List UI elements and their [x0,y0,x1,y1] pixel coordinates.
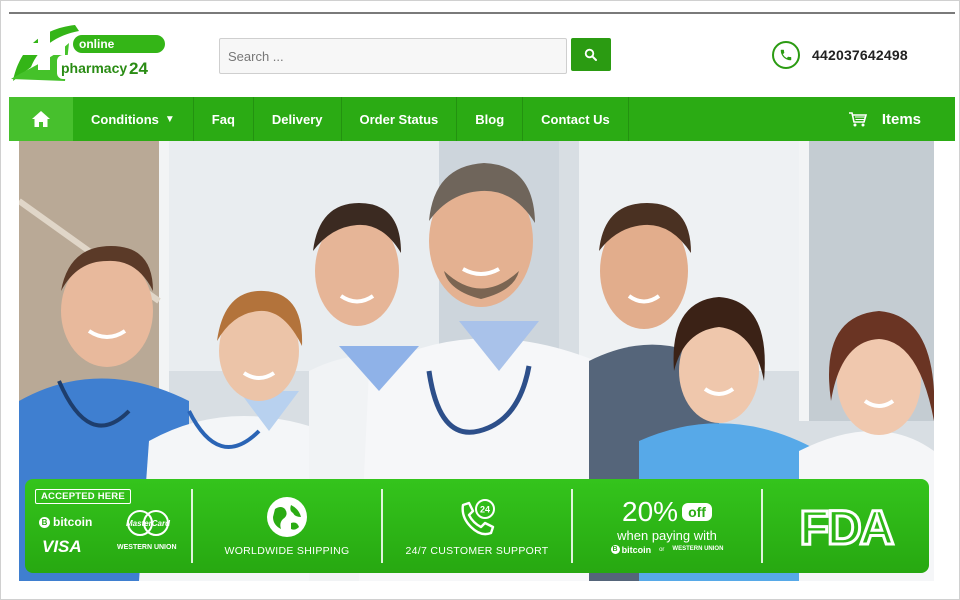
caret-down-icon: ▼ [164,113,175,125]
discount-off-badge: off [682,502,712,521]
bitcoin-label: bitcoin [53,515,93,529]
cart-label: Items [881,110,921,128]
fda-text: FDA [800,502,894,552]
search-button[interactable] [571,38,611,71]
visa-logo: VISA [42,537,82,556]
phone-number: 442037642498 [812,47,908,63]
nav-item-label: Faq [211,111,235,127]
logo-top-word: online [79,37,115,51]
nav-home-button[interactable] [9,97,73,141]
mastercard-label: MasterCard [126,519,171,528]
discount-western-union: WESTERN UNION [672,546,724,552]
search-box [219,38,567,74]
logo-bottom-word: pharmacy [61,60,127,76]
phone-icon [772,41,800,69]
nav-item-delivery[interactable]: Delivery [254,97,342,141]
site-logo[interactable]: online pharmacy 24 [9,21,169,85]
top-divider [9,12,955,14]
western-union-logo: WESTERN UNION [117,544,177,551]
support-badge: 24 [480,505,490,515]
nav-item-blog[interactable]: Blog [457,97,524,141]
shipping-label: WORLDWIDE SHIPPING [224,545,350,557]
home-icon [32,111,50,127]
nav-item-faq[interactable]: Faq [194,97,254,141]
discount-percent: 20% [622,495,679,527]
customer-support: 24 24/7 CUSTOMER SUPPORT [383,479,571,573]
nav-item-conditions[interactable]: Conditions ▼ [73,97,194,141]
nav-item-label: Blog [475,111,505,127]
search-icon [584,48,597,61]
fda-badge: FDA [763,479,929,573]
support-label: 24/7 CUSTOMER SUPPORT [405,545,549,557]
logo-number: 24 [129,59,148,78]
cart-link[interactable]: Items [848,97,955,141]
globe-icon [267,497,307,537]
mastercard-logo: MasterCard [126,510,171,536]
promo-banner: ACCEPTED HERE B bitcoin VISA MasterCard … [25,479,929,573]
nav-item-label: Delivery [271,111,323,127]
discount-offer: 20% off when paying with B bitcoin or WE… [573,479,761,573]
main-nav: Conditions ▼ Faq Delivery Order Status B… [9,97,955,141]
payment-methods: ACCEPTED HERE B bitcoin VISA MasterCard … [25,479,191,573]
nav-item-label: Contact Us [541,111,610,127]
accepted-here-badge: ACCEPTED HERE [35,489,131,504]
worldwide-shipping: WORLDWIDE SHIPPING [193,479,381,573]
discount-bitcoin-label: bitcoin [621,544,652,555]
phone-contact[interactable]: 442037642498 [772,41,908,69]
fda-logo: FDA [798,501,897,553]
nav-item-order-status[interactable]: Order Status [342,97,458,141]
bitcoin-logo: B bitcoin [39,515,92,529]
nav-item-label: Order Status [359,111,439,127]
support-phone-icon: 24 [461,499,495,536]
search-input[interactable] [219,38,567,74]
discount-condition: when paying with [617,527,717,543]
nav-item-label: Conditions [91,111,159,127]
cart-icon [848,112,867,127]
nav-item-contact-us[interactable]: Contact Us [523,97,629,141]
discount-or: or [659,546,665,553]
discount-payment-methods: B bitcoin or WESTERN UNION [610,544,724,555]
page-frame: online pharmacy 24 442037642498 [0,0,960,600]
